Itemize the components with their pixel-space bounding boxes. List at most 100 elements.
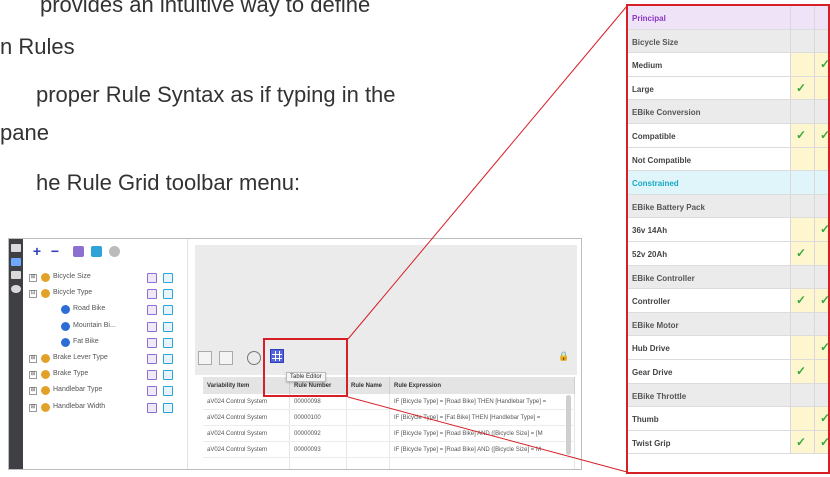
menu-icon[interactable] [11,244,21,252]
table-row[interactable]: aV024 Control System 00000100 IF [Bicycle … [203,409,575,426]
table-cell[interactable]: aV024 Control System [203,409,290,426]
check-icon: ✓ [796,434,807,449]
selection-cell[interactable] [814,147,828,171]
add-rule-icon[interactable] [147,321,157,332]
table-row[interactable]: aV024 Control System 00000092 IF [Bicycle … [203,425,575,442]
tree-item[interactable]: Fat Bike [23,336,183,350]
expander-icon[interactable]: ⊞ [29,371,37,380]
expander-icon[interactable]: ⊞ [29,403,37,412]
table-cell[interactable]: 00000100 [289,409,347,426]
table-cell[interactable]: 00000092 [289,425,347,442]
refresh-icon[interactable] [247,351,261,365]
copy-icon[interactable] [163,370,173,381]
expander-icon[interactable]: ⊟ [29,290,37,299]
selection-cell[interactable]: ✓ [814,218,828,241]
check-icon: ✓ [796,246,807,260]
table-row[interactable]: aV024 Control System 00000093 IF [Bicycle … [203,441,575,458]
table-cell[interactable] [346,409,390,426]
tree-icon[interactable] [11,258,21,266]
selection-cell[interactable] [790,336,814,359]
selection-cell[interactable]: ✓ [790,430,814,454]
table-cell[interactable] [289,457,347,469]
tag-icon[interactable] [11,271,21,279]
table-cell[interactable]: IF [Bicycle Type] = [Road Bike] AND ([Bi… [389,441,575,458]
add-rule-icon[interactable] [147,354,157,364]
selection-cell[interactable]: ✓ [814,289,828,312]
expander-icon[interactable]: ⊞ [29,274,37,282]
selection-cell[interactable] [814,360,828,383]
validate-icon[interactable] [109,246,120,257]
tree-item[interactable]: Road Bike [23,303,183,317]
selection-cell[interactable] [790,53,814,76]
tree-item[interactable]: ⊞ Handlebar Width [23,401,183,415]
option-icon[interactable] [91,246,102,257]
feature-icon[interactable] [73,246,84,257]
selection-cell[interactable]: ✓ [790,124,814,147]
table-cell[interactable] [346,457,390,469]
table-row[interactable]: aV024 Control System 00000098 IF [Bicycle … [203,394,575,410]
expander-icon[interactable]: ⊞ [29,355,37,363]
copy-icon[interactable] [163,386,173,397]
grid-scrollbar[interactable] [566,395,571,455]
add-icon[interactable]: + [31,244,43,258]
option-row: Gear Drive ✓ [628,360,828,384]
check-circle-icon[interactable] [11,285,21,293]
table-cell[interactable]: IF [Bicycle Type] = [Road Bike] THEN [Ha… [389,394,575,410]
selection-cell[interactable] [814,242,828,265]
table-cell[interactable]: IF [Bicycle Type] = [Road Bike] AND ([Bi… [389,425,575,442]
copy-icon[interactable] [163,289,173,300]
grid-add-icon[interactable] [198,351,212,365]
copy-icon[interactable] [163,402,173,413]
table-cell[interactable] [346,425,390,442]
column-header[interactable]: Rule Name [346,377,390,394]
selection-cell[interactable] [790,407,814,430]
add-rule-icon[interactable] [147,386,157,397]
add-rule-icon[interactable] [147,305,157,316]
table-cell[interactable] [346,441,390,458]
selection-cell[interactable] [790,147,814,171]
table-cell[interactable] [346,394,390,410]
remove-icon[interactable]: − [49,244,61,258]
copy-icon[interactable] [163,273,173,283]
table-cell[interactable] [203,457,290,469]
selection-cell[interactable]: ✓ [814,124,828,147]
selection-cell[interactable]: ✓ [790,242,814,265]
row-label: Hub Drive [632,344,670,354]
selection-cell[interactable]: ✓ [814,53,828,76]
table-row[interactable] [203,457,575,469]
table-cell[interactable]: IF [Bicycle Type] = [Fat Bike] THEN [Han… [389,409,575,426]
add-rule-icon[interactable] [147,402,157,413]
tree-item[interactable]: ⊞ Handlebar Type [23,384,183,398]
expander-icon[interactable]: ⊞ [29,387,37,396]
tree-item[interactable]: ⊞ Bicycle Size [23,271,183,285]
add-rule-icon[interactable] [147,337,157,348]
column-header[interactable]: Rule Expression [389,377,575,394]
selection-cell[interactable] [790,218,814,241]
table-cell[interactable]: aV024 Control System [203,441,290,458]
option-node-icon [61,305,70,315]
copy-icon[interactable] [163,354,173,364]
selection-cell[interactable]: ✓ [814,430,828,454]
copy-icon[interactable] [163,337,173,348]
table-cell[interactable]: aV024 Control System [203,425,290,442]
tree-item[interactable]: Mountain Bi... [23,320,183,334]
tree-item[interactable]: ⊟ Bicycle Type [23,287,183,301]
selection-cell[interactable] [814,76,828,100]
tree-item[interactable]: ⊞ Brake Type [23,368,183,382]
lock-icon[interactable]: 🔒 [558,351,569,362]
selection-cell[interactable]: ✓ [790,76,814,100]
table-cell[interactable]: 00000093 [289,441,347,458]
table-editor-icon[interactable] [270,349,284,363]
selection-cell[interactable]: ✓ [790,289,814,312]
table-cell[interactable] [389,457,575,469]
copy-icon[interactable] [163,321,173,332]
tree-item[interactable]: ⊞ Brake Lever Type [23,352,183,366]
add-rule-icon[interactable] [147,370,157,381]
selection-cell[interactable]: ✓ [814,407,828,430]
add-rule-icon[interactable] [147,289,157,300]
copy-icon[interactable] [163,305,173,316]
selection-cell[interactable]: ✓ [790,360,814,383]
grid-delete-icon[interactable] [219,351,233,365]
selection-cell[interactable]: ✓ [814,336,828,359]
add-rule-icon[interactable] [147,273,157,283]
